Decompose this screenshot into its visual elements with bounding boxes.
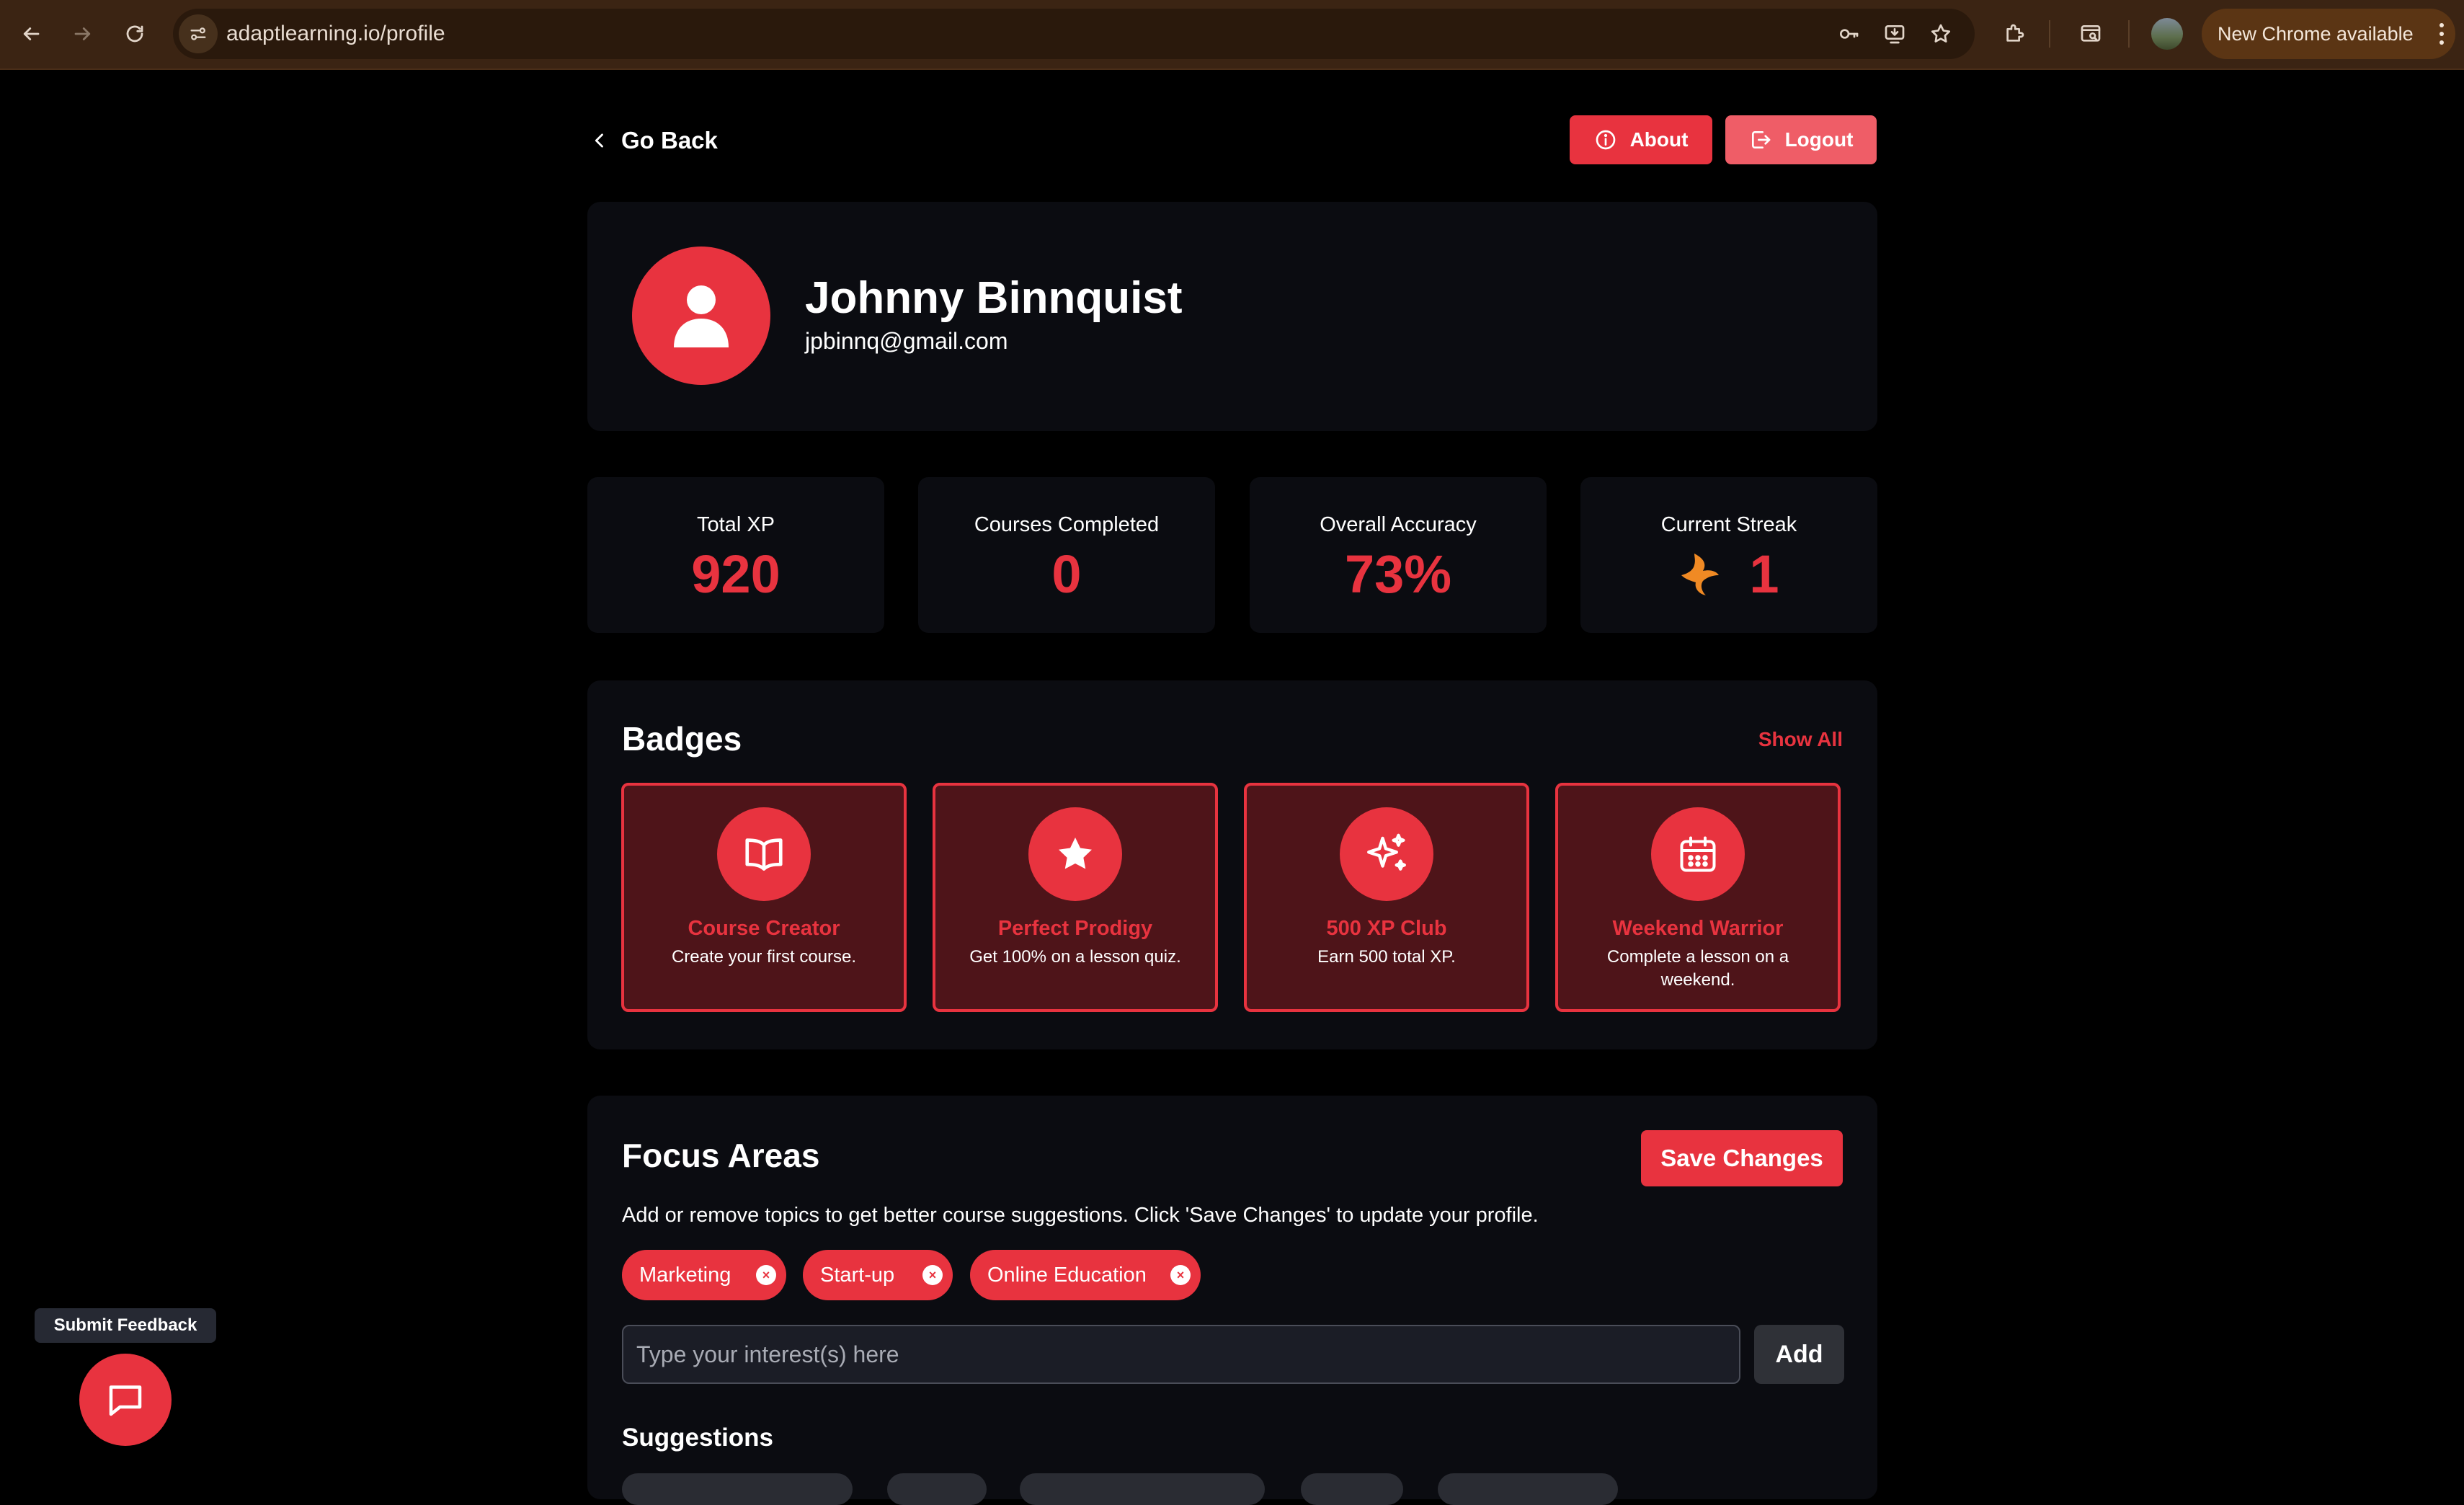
sparkles-icon bbox=[1367, 833, 1406, 871]
badge-weekend-warrior[interactable]: Weekend Warrior Complete a lesson on a w… bbox=[1555, 783, 1841, 1012]
chip-label: Online Education bbox=[987, 1263, 1147, 1287]
kebab-menu-icon[interactable] bbox=[2438, 21, 2445, 47]
show-all-link[interactable]: Show All bbox=[1758, 728, 1843, 751]
stat-current-streak: Current Streak 1 bbox=[1580, 477, 1877, 633]
go-back-link[interactable]: Go Back bbox=[590, 123, 718, 159]
extensions-puzzle-icon[interactable] bbox=[1996, 16, 2032, 52]
browser-toolbar: adaptlearning.io/profile New Chrome avai… bbox=[0, 0, 2464, 70]
focus-areas-title: Focus Areas bbox=[622, 1137, 820, 1174]
profile-name: Johnny Binnquist bbox=[805, 273, 1183, 323]
badge-title: Weekend Warrior bbox=[1612, 917, 1784, 940]
back-arrow-icon[interactable] bbox=[13, 16, 49, 52]
profile-email: jpbinnq@gmail.com bbox=[805, 328, 1008, 354]
stat-courses-completed: Courses Completed 0 bbox=[918, 477, 1215, 633]
badge-perfect-prodigy[interactable]: Perfect Prodigy Get 100% on a lesson qui… bbox=[933, 783, 1218, 1012]
book-icon bbox=[745, 838, 783, 871]
suggestion-chip[interactable] bbox=[1020, 1473, 1265, 1505]
bookmark-star-icon[interactable] bbox=[1923, 16, 1959, 52]
focus-areas-card: Focus Areas Save Changes Add or remove t… bbox=[587, 1096, 1877, 1505]
badge-title: Course Creator bbox=[688, 917, 840, 940]
stat-value: 920 bbox=[691, 544, 780, 604]
focus-areas-description: Add or remove topics to get better cours… bbox=[622, 1204, 1539, 1227]
stat-label: Overall Accuracy bbox=[1320, 513, 1477, 536]
calendar-icon bbox=[1680, 836, 1716, 872]
badge-description: Complete a lesson on a weekend. bbox=[1606, 947, 1789, 990]
suggestion-chip[interactable] bbox=[622, 1473, 853, 1505]
badge-title: Perfect Prodigy bbox=[997, 917, 1153, 940]
stat-label: Courses Completed bbox=[974, 513, 1160, 536]
stat-total-xp: Total XP 920 bbox=[587, 477, 884, 633]
interest-chip-marketing: Marketing × bbox=[622, 1250, 786, 1300]
logout-button[interactable]: Logout bbox=[1725, 115, 1877, 164]
badges-title: Badges bbox=[622, 720, 742, 758]
add-interest-button[interactable]: Add bbox=[1754, 1325, 1844, 1384]
browser-profile-avatar[interactable] bbox=[2151, 18, 2183, 50]
submit-feedback-button[interactable] bbox=[79, 1354, 172, 1446]
toolbar-divider bbox=[2128, 20, 2130, 48]
update-label: New Chrome available bbox=[2218, 23, 2414, 45]
flame-icon bbox=[1681, 553, 1720, 595]
badge-description: Earn 500 total XP. bbox=[1317, 947, 1456, 967]
url-text: adaptlearning.io/profile bbox=[226, 22, 445, 45]
password-key-icon[interactable] bbox=[1831, 16, 1867, 52]
logout-icon bbox=[1751, 131, 1770, 148]
save-changes-button[interactable]: Save Changes bbox=[1641, 1130, 1843, 1186]
stat-overall-accuracy: Overall Accuracy 73% bbox=[1250, 477, 1547, 633]
suggestions-title: Suggestions bbox=[622, 1424, 774, 1452]
chevron-left-icon bbox=[595, 133, 603, 148]
profile-card: Johnny Binnquist jpbinnq@gmail.com bbox=[587, 202, 1877, 431]
remove-chip-icon[interactable]: × bbox=[756, 1265, 776, 1285]
suggestion-chip[interactable] bbox=[1438, 1473, 1618, 1505]
info-icon bbox=[1596, 130, 1615, 150]
suggestion-chip[interactable] bbox=[887, 1473, 987, 1505]
interest-chip-start-up: Start-up × bbox=[803, 1250, 953, 1300]
tab-search-icon[interactable] bbox=[2073, 16, 2109, 52]
toolbar-divider bbox=[2049, 20, 2050, 48]
remove-chip-icon[interactable]: × bbox=[1170, 1265, 1191, 1285]
chip-label: Start-up bbox=[820, 1263, 895, 1287]
stat-value: 0 bbox=[1051, 544, 1082, 604]
badge-course-creator[interactable]: Course Creator Create your first course. bbox=[621, 783, 907, 1012]
interest-chip-online-education: Online Education × bbox=[970, 1250, 1201, 1300]
submit-feedback-tooltip: Submit Feedback bbox=[35, 1308, 216, 1343]
address-bar[interactable]: adaptlearning.io/profile bbox=[173, 9, 1975, 59]
badge-500-xp-club[interactable]: 500 XP Club Earn 500 total XP. bbox=[1244, 783, 1529, 1012]
star-icon bbox=[1059, 838, 1092, 869]
stat-label: Total XP bbox=[697, 513, 775, 536]
about-button[interactable]: About bbox=[1570, 115, 1712, 164]
suggestion-chip[interactable] bbox=[1301, 1473, 1403, 1505]
site-info-icon[interactable] bbox=[179, 14, 218, 53]
user-icon bbox=[674, 285, 729, 347]
install-app-icon[interactable] bbox=[1877, 16, 1913, 52]
interest-input[interactable] bbox=[622, 1325, 1740, 1384]
remove-chip-icon[interactable]: × bbox=[922, 1265, 943, 1285]
badge-description: Create your first course. bbox=[671, 947, 857, 967]
reload-icon[interactable] bbox=[117, 16, 153, 52]
chip-label: Marketing bbox=[639, 1263, 731, 1287]
forward-arrow-icon[interactable] bbox=[65, 16, 101, 52]
about-label: About bbox=[1629, 128, 1689, 151]
avatar bbox=[632, 247, 770, 385]
stat-label: Current Streak bbox=[1660, 513, 1797, 536]
chrome-update-button[interactable]: New Chrome available bbox=[2202, 9, 2455, 59]
chat-bubble-icon bbox=[109, 1385, 142, 1416]
go-back-label: Go Back bbox=[621, 127, 718, 154]
stat-value: 1 bbox=[1749, 544, 1779, 604]
stat-value: 73% bbox=[1344, 544, 1452, 604]
badge-title: 500 XP Club bbox=[1326, 917, 1447, 940]
badge-description: Get 100% on a lesson quiz. bbox=[969, 947, 1181, 967]
logout-label: Logout bbox=[1784, 128, 1854, 151]
